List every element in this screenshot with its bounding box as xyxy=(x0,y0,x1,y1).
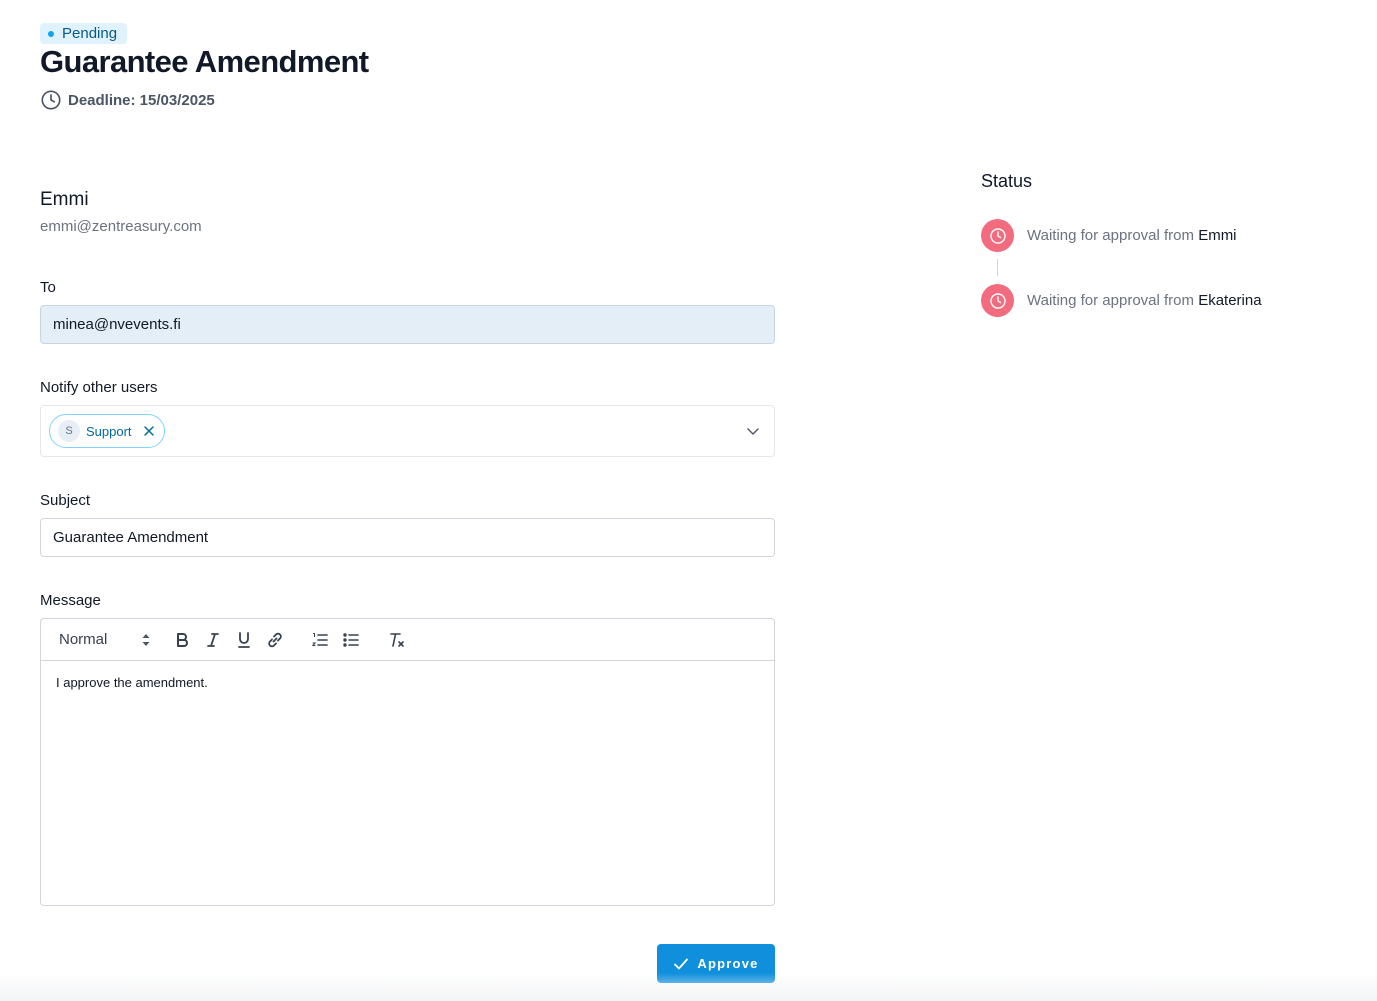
user-chip: S Support xyxy=(49,414,165,448)
pending-clock-icon xyxy=(981,284,1014,317)
status-approver-name: Ekaterina xyxy=(1198,292,1262,309)
status-text: Waiting for approval from Emmi xyxy=(1027,227,1237,244)
bold-icon[interactable] xyxy=(172,630,192,650)
bottom-fade xyxy=(0,973,1377,1001)
check-icon xyxy=(674,958,689,969)
status-heading: Status xyxy=(981,171,1033,191)
to-field[interactable]: minea@nvevents.fi xyxy=(40,305,775,344)
sender-name: Emmi xyxy=(40,189,89,210)
to-field-value: minea@nvevents.fi xyxy=(53,316,181,333)
status-badge-label: Pending xyxy=(62,25,118,42)
status-connector xyxy=(997,259,998,276)
status-dot-icon xyxy=(48,30,54,37)
status-badge: Pending xyxy=(40,23,128,44)
italic-icon[interactable] xyxy=(203,630,223,650)
format-select-value: Normal xyxy=(59,631,108,648)
status-text: Waiting for approval from Ekaterina xyxy=(1027,292,1262,309)
notify-label: Notify other users xyxy=(40,379,158,396)
chip-avatar: S xyxy=(58,420,80,442)
remove-chip-icon[interactable] xyxy=(142,424,156,438)
message-label: Message xyxy=(40,592,101,609)
message-body[interactable]: I approve the amendment. xyxy=(41,661,774,704)
approve-button-label: Approve xyxy=(697,956,759,971)
subject-input[interactable]: Guarantee Amendment xyxy=(40,518,775,557)
status-prefix: Waiting for approval from xyxy=(1027,292,1199,309)
chevron-down-icon[interactable] xyxy=(746,424,760,438)
ordered-list-icon[interactable] xyxy=(310,630,330,650)
to-label: To xyxy=(40,279,56,296)
status-prefix: Waiting for approval from xyxy=(1027,227,1199,244)
editor-toolbar: Normal xyxy=(41,619,774,661)
pending-clock-icon xyxy=(981,219,1014,252)
sender-email: emmi@zentreasury.com xyxy=(40,218,202,235)
chip-label: Support xyxy=(86,423,132,439)
page: Pending Guarantee Amendment Deadline: 15… xyxy=(0,0,1377,1001)
clock-icon xyxy=(41,90,61,110)
status-item: Waiting for approval from Ekaterina xyxy=(981,284,1262,317)
message-editor: Normal I approve the amendment. xyxy=(40,618,775,906)
status-item: Waiting for approval from Emmi xyxy=(981,219,1237,252)
bullet-list-icon[interactable] xyxy=(341,630,361,650)
notify-users-select[interactable]: S Support xyxy=(40,405,775,457)
select-arrows-icon xyxy=(142,633,150,646)
page-title: Guarantee Amendment xyxy=(40,44,369,79)
format-select[interactable]: Normal xyxy=(59,631,151,648)
link-icon[interactable] xyxy=(265,630,285,650)
deadline: Deadline: 15/03/2025 xyxy=(40,89,215,111)
underline-icon[interactable] xyxy=(234,630,254,650)
clear-format-icon[interactable] xyxy=(387,630,407,650)
deadline-text: Deadline: 15/03/2025 xyxy=(68,91,215,109)
status-approver-name: Emmi xyxy=(1198,227,1237,244)
subject-label: Subject xyxy=(40,492,91,509)
subject-value: Guarantee Amendment xyxy=(53,529,209,546)
